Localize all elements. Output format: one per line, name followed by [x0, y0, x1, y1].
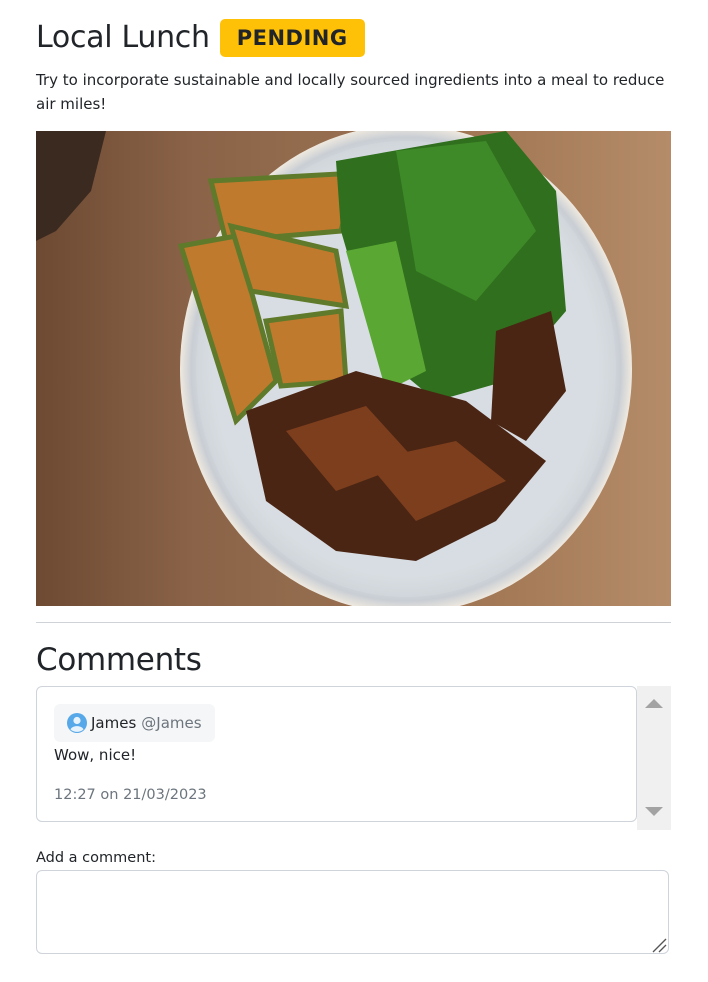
comment-timestamp: 12:27 on 21/03/2023 [54, 787, 207, 803]
comments-heading: Comments [36, 642, 202, 678]
meal-photo [36, 131, 671, 606]
challenge-header: Local Lunch PENDING [36, 18, 365, 58]
comment-author-name: James [91, 714, 137, 732]
triangle-up-icon[interactable] [645, 699, 663, 708]
comments-scrollbar[interactable] [637, 686, 671, 830]
comments-list[interactable]: James @James Wow, nice! 12:27 on 21/03/2… [36, 686, 637, 822]
resize-grip-icon[interactable] [651, 937, 667, 953]
status-badge: PENDING [219, 19, 365, 57]
user-avatar-icon [67, 713, 87, 733]
add-comment-input[interactable] [36, 870, 669, 954]
page-title: Local Lunch [36, 20, 210, 55]
comment-text: Wow, nice! [54, 746, 137, 764]
comment-author-chip[interactable]: James @James [54, 704, 215, 742]
add-comment-label: Add a comment: [36, 850, 156, 866]
triangle-down-icon[interactable] [645, 807, 663, 816]
comment-author-handle: @James [141, 714, 202, 732]
challenge-description: Try to incorporate sustainable and local… [36, 71, 665, 113]
section-divider [36, 622, 671, 623]
